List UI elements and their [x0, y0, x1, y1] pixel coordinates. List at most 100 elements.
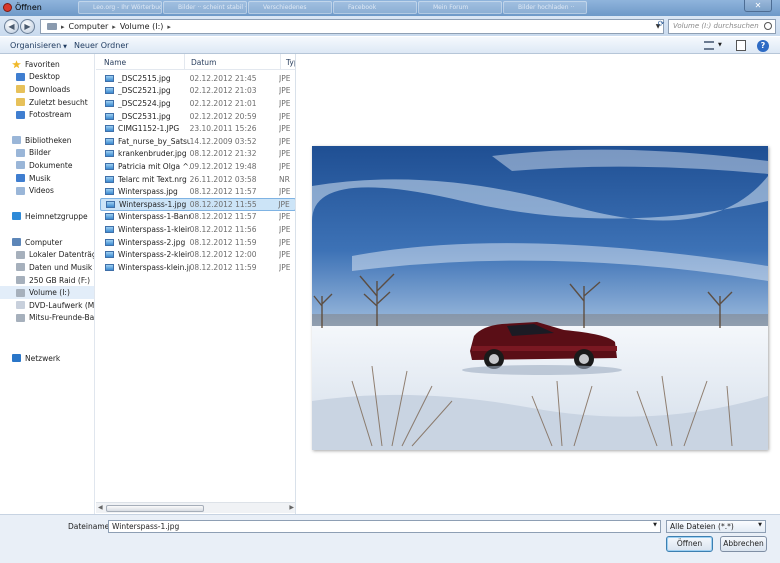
close-icon: ✕	[754, 1, 762, 10]
file-type: JPE	[279, 224, 291, 234]
file-type: JPE	[279, 136, 291, 146]
file-row[interactable]: Winterspass.jpg 08.12.2012 11:57 JPE	[100, 185, 295, 198]
new-folder-button[interactable]: Neuer Ordner	[74, 41, 129, 50]
view-options-icon[interactable]	[704, 41, 714, 50]
sidebar-item-computer[interactable]: Computer	[0, 236, 94, 249]
back-button[interactable]: ◀	[4, 19, 19, 34]
chevron-down-icon[interactable]: ▼	[758, 522, 762, 528]
file-row[interactable]: CIMG1152-1.JPG 23.10.2011 15:26 JPE	[100, 122, 295, 135]
file-date: 08.12.2012 11:57	[189, 212, 257, 222]
file-row[interactable]: _DSC2515.jpg 02.12.2012 21:45 JPE	[100, 72, 295, 85]
file-type: NR	[279, 174, 290, 184]
scroll-right-icon[interactable]: ▶	[289, 504, 294, 511]
forward-button[interactable]: ▶	[20, 19, 35, 34]
sidebar-item-videos[interactable]: Videos	[0, 184, 94, 197]
sidebar-item-label: Desktop	[29, 72, 60, 82]
cancel-button[interactable]: Abbrechen	[720, 536, 767, 552]
chevron-down-icon[interactable]: ▼	[718, 42, 722, 48]
file-row[interactable]: Winterspass-klein.jpg08.12.2012 11:59 JPE	[100, 261, 295, 274]
sidebar-item-pictures[interactable]: Bilder	[0, 147, 94, 160]
file-type: JPE	[279, 124, 291, 134]
downloads-icon	[16, 85, 25, 94]
file-row[interactable]: krankenbruder.jpg 08.12.2012 21:32 JPE	[100, 148, 295, 161]
filename-input[interactable]: Winterspass-1.jpg ▼	[108, 520, 661, 533]
column-header-name[interactable]: Name	[104, 58, 126, 67]
sidebar-item-label: Lokaler Datenträger	[29, 250, 94, 260]
file-row[interactable]: _DSC2521.jpg 02.12.2012 21:03 JPE	[100, 85, 295, 98]
help-icon[interactable]: ?	[757, 40, 769, 52]
column-header-type[interactable]: Typ	[286, 58, 295, 67]
breadcrumb-computer[interactable]: Computer	[69, 22, 109, 31]
search-placeholder: Volume (I:) durchsuchen	[673, 22, 759, 30]
background-tab: Verschiedenes	[248, 1, 332, 14]
sidebar-item-recent[interactable]: Zuletzt besucht	[0, 96, 94, 109]
column-header-date[interactable]: Datum	[191, 58, 216, 67]
close-button[interactable]: ✕	[744, 0, 772, 12]
sidebar-item-label: Bilder	[29, 148, 51, 158]
address-bar[interactable]: ▸ Computer ▸ Volume (I:) ▸ ▼	[40, 19, 664, 34]
chevron-right-icon[interactable]: ▸	[112, 23, 116, 31]
library-icon	[12, 136, 21, 145]
file-row[interactable]: Winterspass-1-klein...08.12.2012 11:56 JP…	[100, 223, 295, 236]
file-date: 08.12.2012 11:59	[189, 262, 257, 272]
preview-pane-icon[interactable]	[736, 40, 746, 51]
horizontal-scrollbar[interactable]: ◀ ▶	[96, 502, 295, 513]
column-divider[interactable]	[184, 54, 185, 70]
sidebar-item-network[interactable]: Netzwerk	[0, 352, 94, 365]
file-type-select[interactable]: Alle Dateien (*.*) ▼	[666, 520, 766, 533]
file-row[interactable]: _DSC2531.jpg 02.12.2012 20:59 JPE	[100, 110, 295, 123]
sidebar-item-label: Daten und Musik PC	[29, 262, 94, 272]
sidebar-item-photostream[interactable]: Fotostream	[0, 108, 94, 121]
organize-button[interactable]: Organisieren ▼	[10, 41, 67, 50]
file-name: Winterspass-2-klein...	[118, 250, 190, 260]
sidebar-item-desktop[interactable]: Desktop	[0, 71, 94, 84]
scrollbar-thumb[interactable]	[106, 505, 204, 512]
sidebar-item-downloads[interactable]: Downloads	[0, 83, 94, 96]
sidebar-item-label: Heimnetzgruppe	[25, 211, 88, 221]
file-list[interactable]: Name Datum Typ _DSC2515.jpg 02.12.2012 21…	[96, 54, 296, 514]
scroll-left-icon[interactable]: ◀	[98, 504, 103, 511]
file-row[interactable]: Fat_nurse_by_Satsur...14.12.2009 03:52 JP…	[100, 135, 295, 148]
file-row[interactable]: _DSC2524.jpg 02.12.2012 21:01 JPE	[100, 97, 295, 110]
sidebar-item-music[interactable]: Musik	[0, 172, 94, 185]
sidebar-item-raid[interactable]: 250 GB Raid (F:)	[0, 274, 94, 287]
sidebar-item-libraries[interactable]: Bibliotheken	[0, 134, 94, 147]
sidebar-item-label: Volume (I:)	[29, 288, 70, 298]
file-type: JPE	[279, 262, 291, 272]
file-row[interactable]: Winterspass-2.jpg 08.12.2012 11:59 JPE	[100, 236, 295, 249]
sidebar-item-favorites[interactable]: Favoriten	[0, 58, 94, 71]
sidebar-item-label: Videos	[29, 186, 54, 196]
sidebar-item-data-music[interactable]: Daten und Musik PC	[0, 261, 94, 274]
search-input[interactable]: Volume (I:) durchsuchen	[668, 19, 776, 34]
file-row[interactable]: Winterspass-1-Bann...08.12.2012 11:57 JPE	[100, 211, 295, 224]
drive-icon	[16, 250, 25, 259]
sidebar-item-dvd[interactable]: DVD-Laufwerk (M:) A	[0, 299, 94, 312]
file-name: CIMG1152-1.JPG	[118, 124, 180, 134]
sidebar-item-documents[interactable]: Dokumente	[0, 159, 94, 172]
sidebar-item-homegroup[interactable]: Heimnetzgruppe	[0, 210, 94, 223]
chevron-right-icon[interactable]: ▸	[61, 23, 65, 31]
sidebar-item-local-disk[interactable]: Lokaler Datenträger	[0, 249, 94, 262]
file-row[interactable]: Winterspass-2-klein...08.12.2012 12:00 JP…	[100, 248, 295, 261]
file-name: Winterspass-2.jpg	[118, 237, 186, 247]
image-file-icon	[105, 74, 114, 82]
refresh-button[interactable]: ⟳	[656, 19, 666, 32]
sidebar-item-volume-i[interactable]: Volume (I:)	[0, 286, 94, 299]
breadcrumb-volume[interactable]: Volume (I:)	[120, 22, 164, 31]
column-divider[interactable]	[280, 54, 281, 70]
star-icon	[12, 60, 21, 69]
sidebar-item-network-drive[interactable]: Mitsu-Freunde-BaWü	[0, 312, 94, 325]
file-type: JPE	[279, 250, 291, 260]
file-name: Fat_nurse_by_Satsur...	[118, 136, 190, 146]
file-row[interactable]: Patricia mit Olga ^... 09.12.2012 19:48 JP…	[100, 160, 295, 173]
file-row[interactable]: Winterspass-1.jpg 08.12.2012 11:55 JPE	[100, 198, 295, 211]
navigation-pane[interactable]: Favoriten Desktop Downloads Zuletzt besu…	[0, 54, 95, 514]
chevron-down-icon[interactable]: ▼	[653, 522, 657, 528]
file-date: 23.10.2011 15:26	[189, 124, 257, 134]
computer-icon	[47, 23, 57, 30]
chevron-right-icon[interactable]: ▸	[167, 23, 171, 31]
file-row[interactable]: Telarc mit Text.nrg 26.11.2012 03:58 NR	[100, 173, 295, 186]
file-name: _DSC2521.jpg	[118, 86, 171, 96]
open-button[interactable]: Öffnen	[666, 536, 713, 552]
recent-places-icon	[16, 98, 25, 107]
